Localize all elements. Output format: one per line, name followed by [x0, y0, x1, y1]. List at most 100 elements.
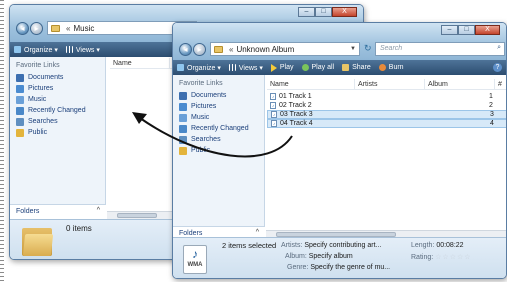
sidebar-item-public[interactable]: Public — [179, 145, 264, 156]
views-icon — [65, 46, 73, 53]
address-bar[interactable]: « Unknown Album ▼ — [210, 42, 360, 56]
search-icon[interactable]: ⌕ — [497, 44, 501, 52]
sidebar-item-pictures[interactable]: Pictures — [16, 83, 105, 94]
sidebar-item-recently-changed[interactable]: Recently Changed — [179, 123, 264, 134]
play-all-button[interactable]: Play all — [301, 64, 335, 71]
music-icon — [16, 95, 24, 104]
minimize-button[interactable]: – — [441, 25, 458, 35]
column-header: Name Artists Album # — [267, 79, 506, 90]
forward-button[interactable]: ▸ — [193, 42, 206, 56]
scroll-thumb[interactable] — [117, 213, 157, 218]
sidebar-item-label: Searches — [28, 118, 58, 125]
column-name[interactable]: Name — [267, 79, 355, 89]
close-button[interactable]: X — [332, 7, 357, 17]
column-name[interactable]: Name — [110, 58, 170, 68]
organize-button[interactable]: Organize ▾ — [177, 64, 221, 72]
search-input[interactable]: Search ⌕ — [375, 42, 505, 56]
column-album[interactable]: Album — [425, 79, 495, 89]
close-button[interactable]: X — [475, 25, 500, 35]
searches-icon — [179, 135, 187, 144]
sidebar-item-public[interactable]: Public — [16, 127, 105, 138]
wma-file-icon: ♪ WMA — [183, 245, 207, 274]
views-button[interactable]: Views ▾ — [65, 46, 100, 54]
views-button[interactable]: Views ▾ — [228, 64, 263, 72]
track-name: 01 Track 1 — [279, 93, 312, 100]
sidebar-item-label: Music — [28, 96, 47, 103]
back-button[interactable]: ◂ — [16, 21, 29, 35]
address-chevron[interactable]: « — [66, 24, 70, 33]
play-button[interactable]: Play — [270, 63, 294, 72]
views-icon — [228, 64, 236, 71]
play-icon — [270, 63, 277, 72]
music-note-icon: ♪ — [192, 247, 198, 261]
table-row[interactable]: ♪ 01 Track 1 1 — [267, 92, 506, 101]
views-label: Views ▾ — [238, 64, 263, 72]
recently-changed-icon — [16, 106, 24, 115]
title-bar[interactable]: – □ X ◂ ▸ « Unknown Album ▼ ↻ Search ⌕ — [173, 23, 506, 60]
back-button[interactable]: ◂ — [179, 42, 192, 56]
album-row: Album: Specify album — [285, 253, 353, 260]
sidebar-item-label: Recently Changed — [28, 107, 86, 114]
burn-button[interactable]: Burn — [378, 64, 404, 71]
sidebar-item-label: Public — [28, 129, 48, 136]
folder-icon — [51, 24, 60, 32]
folders-bar[interactable]: Folders ^ — [10, 204, 106, 218]
album-value[interactable]: Specify album — [309, 253, 353, 260]
sidebar-item-label: Recently Changed — [191, 125, 249, 132]
sidebar-item-searches[interactable]: Searches — [16, 116, 105, 127]
sidebar-item-pictures[interactable]: Pictures — [179, 101, 264, 112]
genre-value[interactable]: Specify the genre of mu... — [310, 264, 390, 271]
audio-file-icon: ♪ — [270, 102, 276, 109]
folders-label: Folders — [179, 230, 203, 237]
maximize-button[interactable]: □ — [458, 25, 475, 35]
address-chevron[interactable]: « — [229, 45, 233, 54]
table-row[interactable]: ♪ 03 Track 3 3 — [267, 110, 506, 119]
album-key: Album: — [285, 253, 307, 260]
rating-stars[interactable]: ☆☆☆☆☆ — [435, 254, 471, 261]
forward-button[interactable]: ▸ — [30, 21, 43, 35]
selection-count: 2 items selected — [222, 241, 277, 250]
address-folder[interactable]: Unknown Album — [236, 45, 294, 54]
navigation-pane: Favorite Links Documents Pictures Music Rec… — [173, 75, 265, 237]
artists-value[interactable]: Specify contributing art... — [304, 242, 381, 249]
share-button[interactable]: Share — [342, 64, 371, 71]
chevron-up-icon[interactable]: ^ — [256, 229, 259, 236]
track-name: 03 Track 3 — [280, 111, 313, 118]
sidebar-item-searches[interactable]: Searches — [179, 134, 264, 145]
column-artists[interactable]: Artists — [355, 79, 425, 89]
address-dropdown[interactable]: ▼ — [350, 46, 356, 52]
sidebar-item-recently-changed[interactable]: Recently Changed — [16, 105, 105, 116]
table-row[interactable]: ♪ 04 Track 4 4 — [267, 119, 506, 128]
sidebar-item-label: Pictures — [191, 103, 217, 110]
sidebar-item-music[interactable]: Music — [16, 94, 105, 105]
sidebar-item-documents[interactable]: Documents — [16, 72, 105, 83]
refresh-icon[interactable]: ↻ — [364, 43, 372, 54]
track-name: 04 Track 4 — [280, 120, 313, 127]
caption-buttons: – □ X — [298, 7, 357, 17]
track-number: 1 — [489, 93, 493, 100]
chevron-up-icon[interactable]: ^ — [97, 207, 100, 214]
sidebar-item-documents[interactable]: Documents — [179, 90, 264, 101]
details-pane: ♪ WMA 2 items selected Artists: Specify … — [173, 237, 506, 278]
burn-icon — [378, 64, 386, 71]
share-icon — [342, 64, 350, 71]
help-icon[interactable]: ? — [493, 63, 502, 72]
organize-button[interactable]: Organize ▾ — [14, 46, 58, 54]
table-row[interactable]: ♪ 02 Track 2 2 — [267, 101, 506, 110]
play-all-icon — [301, 64, 309, 71]
burn-label: Burn — [388, 64, 404, 71]
address-folder[interactable]: Music — [73, 24, 94, 33]
folders-label: Folders — [16, 208, 40, 215]
column-number[interactable]: # — [495, 79, 506, 89]
play-all-label: Play all — [311, 64, 335, 71]
share-label: Share — [352, 64, 371, 71]
navigation-pane: Favorite Links Documents Pictures Music Rec… — [10, 57, 106, 217]
sidebar-item-music[interactable]: Music — [179, 112, 264, 123]
maximize-button[interactable]: □ — [315, 7, 332, 17]
unknown-album-window[interactable]: – □ X ◂ ▸ « Unknown Album ▼ ↻ Search ⌕ O… — [172, 22, 507, 279]
minimize-button[interactable]: – — [298, 7, 315, 17]
folder-icon — [214, 45, 223, 53]
audio-file-icon: ♪ — [271, 120, 277, 127]
recently-changed-icon — [179, 124, 187, 133]
track-number: 2 — [489, 102, 493, 109]
